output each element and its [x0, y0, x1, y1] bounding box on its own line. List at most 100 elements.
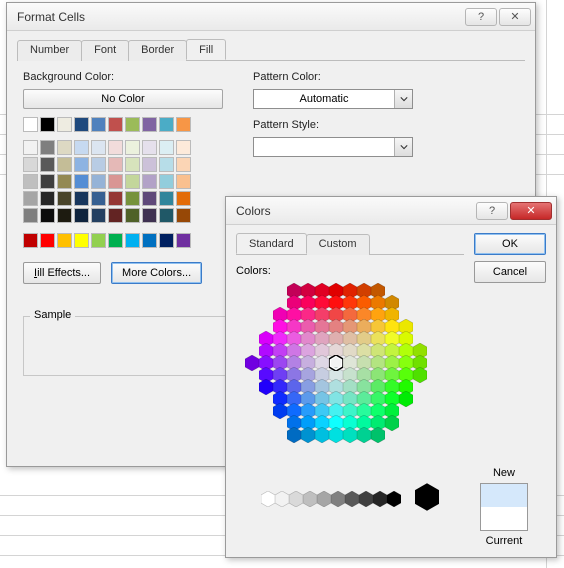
color-swatch[interactable]: [159, 140, 174, 155]
color-swatch[interactable]: [125, 191, 140, 206]
color-swatch[interactable]: [125, 117, 140, 132]
color-swatch[interactable]: [142, 157, 157, 172]
color-swatch[interactable]: [91, 191, 106, 206]
color-swatch[interactable]: [125, 233, 140, 248]
color-swatch[interactable]: [108, 191, 123, 206]
color-hexagon[interactable]: [245, 283, 455, 473]
colors-titlebar[interactable]: Colors ? ✕: [226, 197, 556, 225]
color-swatch[interactable]: [142, 140, 157, 155]
format-cells-titlebar[interactable]: Format Cells ? ✕: [7, 3, 535, 31]
tab-border[interactable]: Border: [128, 40, 187, 61]
color-swatch[interactable]: [142, 191, 157, 206]
pattern-color-combo[interactable]: Automatic: [253, 89, 413, 109]
color-swatch[interactable]: [176, 233, 191, 248]
hex-color-cell[interactable]: [245, 355, 259, 371]
color-swatch[interactable]: [74, 233, 89, 248]
color-swatch[interactable]: [57, 157, 72, 172]
gray-swatch[interactable]: [387, 491, 401, 507]
grayscale-row[interactable]: [236, 483, 464, 514]
color-swatch[interactable]: [74, 140, 89, 155]
color-swatch[interactable]: [142, 117, 157, 132]
more-colors-button[interactable]: More Colors...: [111, 262, 202, 284]
color-swatch[interactable]: [57, 140, 72, 155]
color-swatch[interactable]: [108, 233, 123, 248]
hex-color-cell[interactable]: [399, 391, 413, 407]
hex-color-cell[interactable]: [343, 427, 357, 443]
color-swatch[interactable]: [40, 233, 55, 248]
color-swatch[interactable]: [74, 174, 89, 189]
close-button[interactable]: ✕: [499, 8, 531, 26]
color-swatch[interactable]: [142, 208, 157, 223]
color-swatch[interactable]: [40, 140, 55, 155]
hex-color-cell[interactable]: [357, 427, 371, 443]
color-swatch[interactable]: [74, 157, 89, 172]
color-swatch[interactable]: [142, 233, 157, 248]
color-swatch[interactable]: [125, 174, 140, 189]
gray-swatch[interactable]: [303, 491, 317, 507]
color-swatch[interactable]: [23, 174, 38, 189]
hex-color-cell[interactable]: [315, 427, 329, 443]
color-swatch[interactable]: [159, 174, 174, 189]
color-swatch[interactable]: [142, 174, 157, 189]
ok-button[interactable]: OK: [474, 233, 546, 255]
color-swatch[interactable]: [159, 191, 174, 206]
color-swatch[interactable]: [91, 117, 106, 132]
fill-effects-button[interactable]: Iill Effects...: [23, 262, 101, 284]
color-swatch[interactable]: [91, 174, 106, 189]
color-swatch[interactable]: [159, 157, 174, 172]
color-swatch[interactable]: [159, 117, 174, 132]
tab-fill[interactable]: Fill: [186, 39, 226, 60]
hex-color-cell[interactable]: [329, 427, 343, 443]
hex-color-cell[interactable]: [273, 403, 287, 419]
color-swatch[interactable]: [40, 157, 55, 172]
color-swatch[interactable]: [57, 174, 72, 189]
color-swatch[interactable]: [23, 233, 38, 248]
color-swatch[interactable]: [23, 117, 38, 132]
color-swatch[interactable]: [74, 191, 89, 206]
close-button[interactable]: ✕: [510, 202, 552, 220]
tab-number[interactable]: Number: [17, 40, 82, 61]
color-swatch[interactable]: [40, 191, 55, 206]
hex-color-cell[interactable]: [371, 427, 385, 443]
color-swatch[interactable]: [176, 140, 191, 155]
color-swatch[interactable]: [57, 191, 72, 206]
color-swatch[interactable]: [74, 208, 89, 223]
color-swatch[interactable]: [40, 208, 55, 223]
gray-swatch[interactable]: [261, 491, 275, 507]
help-button[interactable]: ?: [476, 202, 508, 220]
color-swatch[interactable]: [108, 174, 123, 189]
color-swatch[interactable]: [176, 117, 191, 132]
hex-color-cell[interactable]: [385, 415, 399, 431]
pattern-style-combo[interactable]: [253, 137, 413, 157]
color-swatch[interactable]: [40, 117, 55, 132]
hex-color-cell[interactable]: [287, 427, 301, 443]
color-swatch[interactable]: [159, 208, 174, 223]
color-swatch[interactable]: [91, 233, 106, 248]
color-swatch[interactable]: [40, 174, 55, 189]
color-swatch[interactable]: [108, 117, 123, 132]
gray-swatch[interactable]: [331, 491, 345, 507]
gray-swatch[interactable]: [289, 491, 303, 507]
hex-color-cell[interactable]: [301, 427, 315, 443]
color-swatch[interactable]: [125, 157, 140, 172]
color-swatch[interactable]: [91, 157, 106, 172]
color-swatch[interactable]: [57, 117, 72, 132]
color-swatch[interactable]: [159, 233, 174, 248]
gray-swatch[interactable]: [373, 491, 387, 507]
gray-swatch[interactable]: [275, 491, 289, 507]
color-swatch[interactable]: [108, 208, 123, 223]
gray-swatch[interactable]: [359, 491, 373, 507]
color-swatch[interactable]: [23, 191, 38, 206]
hex-color-cell[interactable]: [259, 379, 273, 395]
color-swatch[interactable]: [176, 208, 191, 223]
color-swatch[interactable]: [23, 140, 38, 155]
color-swatch[interactable]: [125, 208, 140, 223]
color-swatch[interactable]: [57, 233, 72, 248]
large-black-hex[interactable]: [415, 483, 439, 514]
color-swatch[interactable]: [125, 140, 140, 155]
tab-font[interactable]: Font: [81, 40, 129, 61]
color-swatch[interactable]: [108, 140, 123, 155]
color-swatch[interactable]: [176, 191, 191, 206]
color-swatch[interactable]: [91, 140, 106, 155]
color-swatch[interactable]: [91, 208, 106, 223]
